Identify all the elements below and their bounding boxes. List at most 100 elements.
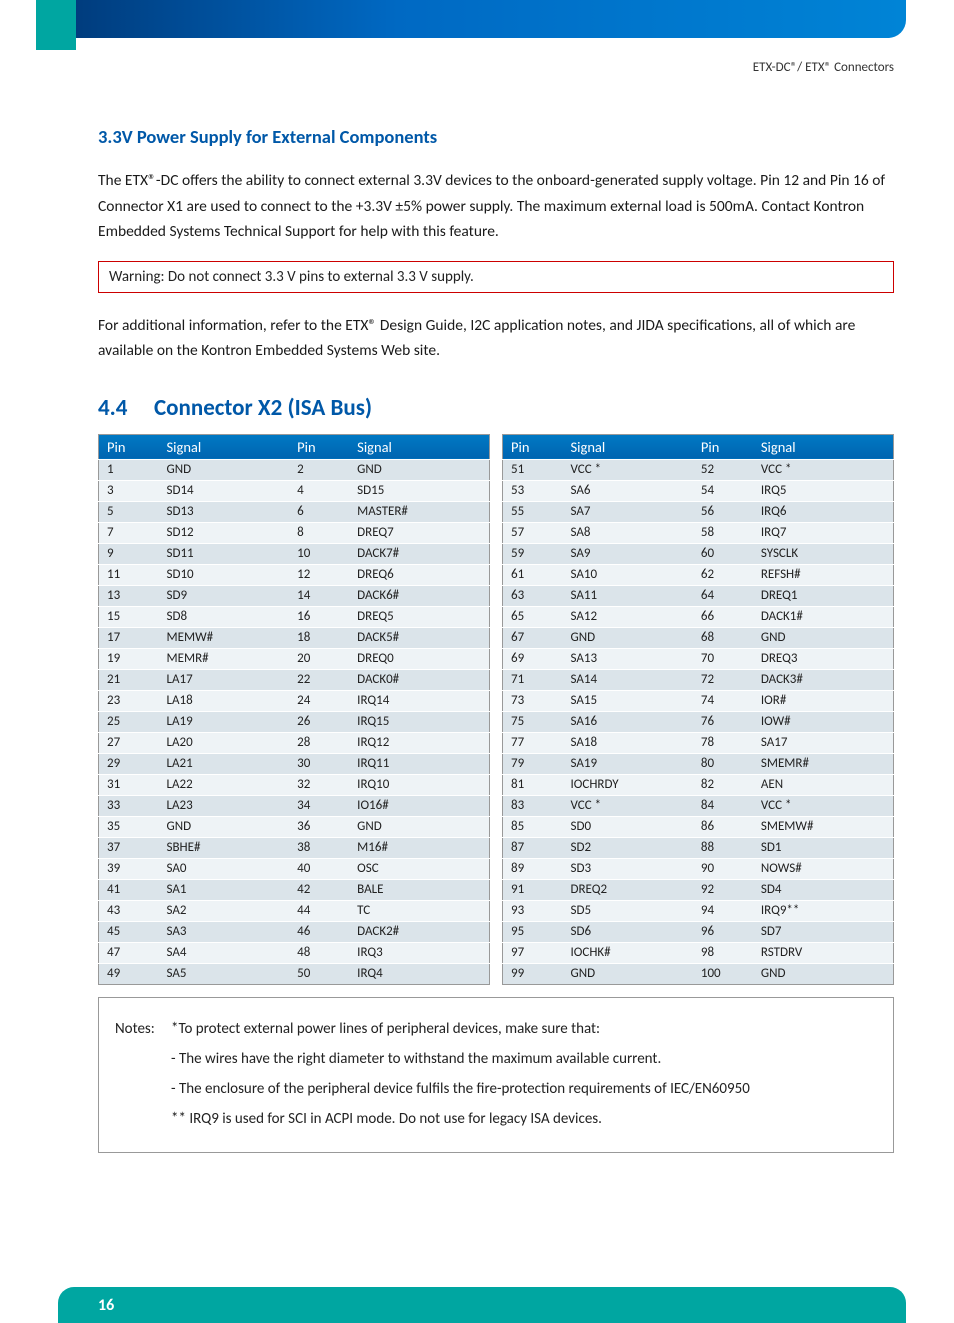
pin-cell: 38	[289, 837, 349, 858]
signal-cell: IRQ7	[753, 522, 894, 543]
th-signal: Signal	[563, 434, 693, 459]
signal-cell: IRQ6	[753, 501, 894, 522]
table-row: 35GND36GND	[99, 816, 490, 837]
table-row: 51VCC *52VCC *	[503, 459, 894, 480]
table-row: 1GND2GND	[99, 459, 490, 480]
signal-cell: SA0	[159, 858, 290, 879]
pin-cell: 92	[693, 879, 753, 900]
pin-cell: 18	[289, 627, 349, 648]
signal-cell: SD7	[753, 921, 894, 942]
table-row: 29LA2130IRQ11	[99, 753, 490, 774]
pin-cell: 27	[99, 732, 159, 753]
table-row: 63SA1164DREQ1	[503, 585, 894, 606]
pin-cell: 58	[693, 522, 753, 543]
signal-cell: SA16	[563, 711, 693, 732]
table-row: 17MEMW#18DACK5#	[99, 627, 490, 648]
signal-cell: BALE	[349, 879, 489, 900]
signal-cell: SMEMW#	[753, 816, 894, 837]
signal-cell: OSC	[349, 858, 489, 879]
pin-cell: 42	[289, 879, 349, 900]
pin-cell: 97	[503, 942, 563, 963]
signal-cell: IRQ11	[349, 753, 489, 774]
signal-cell: LA23	[159, 795, 290, 816]
pin-cell: 100	[693, 963, 753, 984]
pin-cell: 3	[99, 480, 159, 501]
signal-cell: DREQ1	[753, 585, 894, 606]
signal-cell: IO16#	[349, 795, 489, 816]
signal-cell: IOW#	[753, 711, 894, 732]
pin-cell: 85	[503, 816, 563, 837]
pin-cell: 79	[503, 753, 563, 774]
signal-cell: SA18	[563, 732, 693, 753]
pin-cell: 68	[693, 627, 753, 648]
pin-cell: 1	[99, 459, 159, 480]
pin-cell: 80	[693, 753, 753, 774]
th-signal: Signal	[753, 434, 894, 459]
table-row: 15SD816DREQ5	[99, 606, 490, 627]
table-row: 99GND100GND	[503, 963, 894, 984]
table-row: 37SBHE#38M16#	[99, 837, 490, 858]
signal-cell: IOCHK#	[563, 942, 693, 963]
pin-cell: 50	[289, 963, 349, 984]
footer-bar	[58, 1287, 906, 1323]
signal-cell: SA19	[563, 753, 693, 774]
top-bar	[0, 0, 954, 50]
th-pin: Pin	[99, 434, 159, 459]
signal-cell: GND	[349, 459, 489, 480]
pin-cell: 8	[289, 522, 349, 543]
pin-cell: 33	[99, 795, 159, 816]
pin-cell: 40	[289, 858, 349, 879]
signal-cell: IRQ15	[349, 711, 489, 732]
pin-cell: 41	[99, 879, 159, 900]
signal-cell: GND	[159, 459, 290, 480]
table-row: 93SD594IRQ9**	[503, 900, 894, 921]
signal-cell: GND	[753, 627, 894, 648]
table-row: 25LA1926IRQ15	[99, 711, 490, 732]
pin-cell: 46	[289, 921, 349, 942]
signal-cell: DACK0#	[349, 669, 489, 690]
signal-cell: SA8	[563, 522, 693, 543]
signal-cell: DACK3#	[753, 669, 894, 690]
signal-cell: SA2	[159, 900, 290, 921]
table-row: 71SA1472DACK3#	[503, 669, 894, 690]
table-row: 5SD136MASTER#	[99, 501, 490, 522]
signal-cell: M16#	[349, 837, 489, 858]
signal-cell: GND	[159, 816, 290, 837]
signal-cell: NOWS#	[753, 858, 894, 879]
signal-cell: IRQ10	[349, 774, 489, 795]
signal-cell: SD11	[159, 543, 290, 564]
th-pin: Pin	[693, 434, 753, 459]
pin-cell: 87	[503, 837, 563, 858]
pin-cell: 55	[503, 501, 563, 522]
pin-cell: 89	[503, 858, 563, 879]
signal-cell: SD4	[753, 879, 894, 900]
signal-cell: IRQ14	[349, 690, 489, 711]
table-row: 11SD1012DREQ6	[99, 564, 490, 585]
signal-cell: DREQ6	[349, 564, 489, 585]
signal-cell: SA3	[159, 921, 290, 942]
pin-cell: 94	[693, 900, 753, 921]
pin-cell: 2	[289, 459, 349, 480]
signal-cell: LA22	[159, 774, 290, 795]
pin-cell: 74	[693, 690, 753, 711]
signal-cell: DREQ2	[563, 879, 693, 900]
pin-cell: 84	[693, 795, 753, 816]
table-row: 75SA1676IOW#	[503, 711, 894, 732]
signal-cell: IRQ9**	[753, 900, 894, 921]
signal-cell: AEN	[753, 774, 894, 795]
signal-cell: SA5	[159, 963, 290, 984]
signal-cell: SD1	[753, 837, 894, 858]
table-row: 47SA448IRQ3	[99, 942, 490, 963]
signal-cell: SA4	[159, 942, 290, 963]
signal-cell: LA19	[159, 711, 290, 732]
table-row: 33LA2334IO16#	[99, 795, 490, 816]
signal-cell: DACK5#	[349, 627, 489, 648]
th-pin: Pin	[503, 434, 563, 459]
table-row: 19MEMR#20DREQ0	[99, 648, 490, 669]
table-row: 69SA1370DREQ3	[503, 648, 894, 669]
table-row: 85SD086SMEMW#	[503, 816, 894, 837]
signal-cell: IRQ3	[349, 942, 489, 963]
pin-cell: 31	[99, 774, 159, 795]
th-signal: Signal	[159, 434, 290, 459]
pin-cell: 67	[503, 627, 563, 648]
